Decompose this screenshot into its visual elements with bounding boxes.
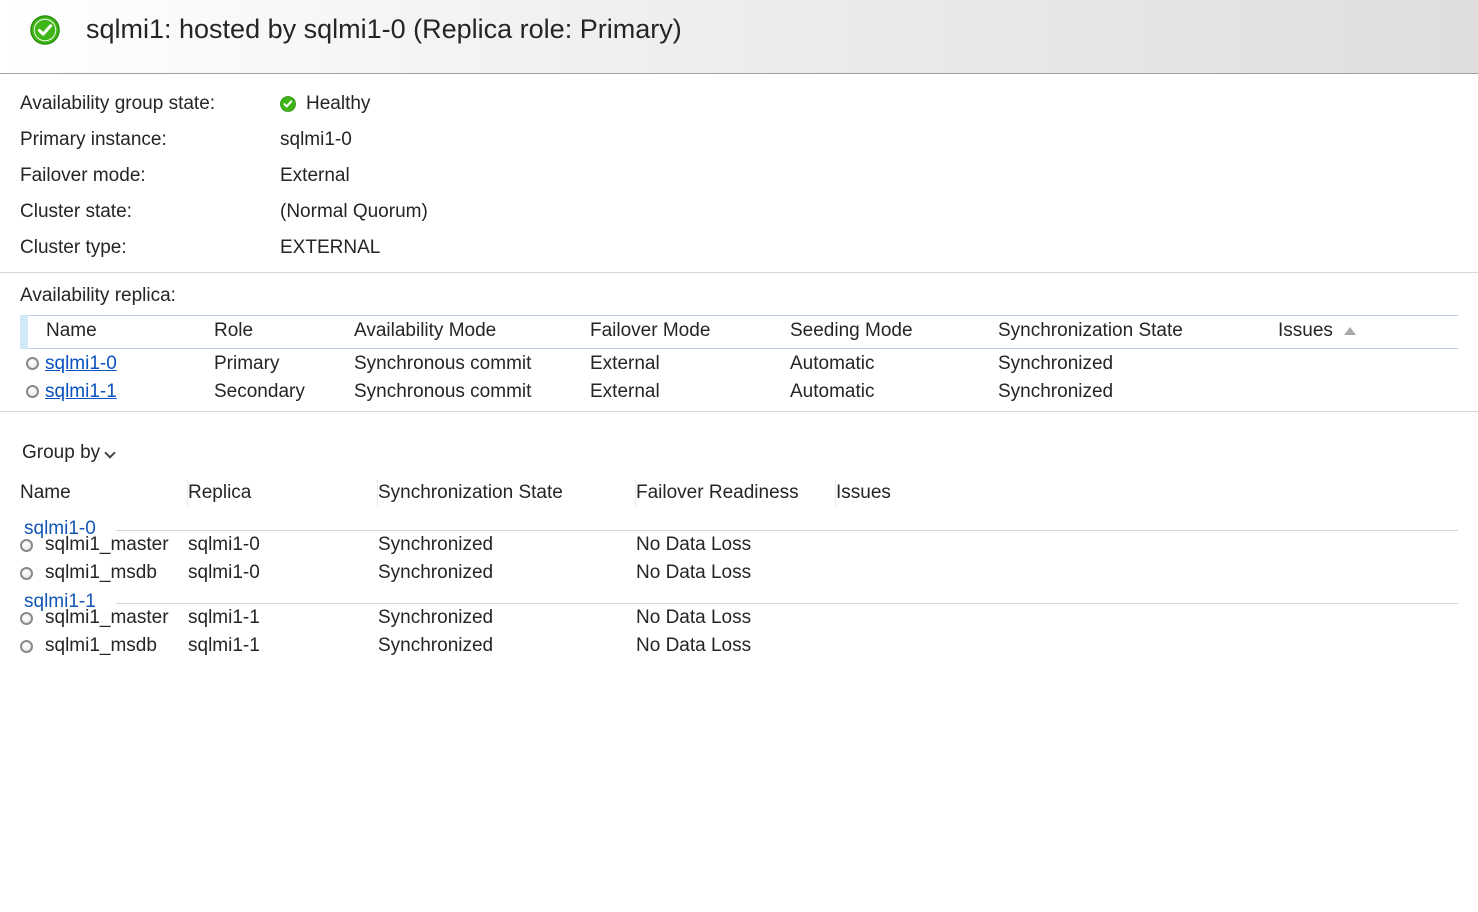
detail-col-failover-readiness[interactable]: Failover Readiness (636, 480, 836, 506)
page-title: sqlmi1: hosted by sqlmi1-0 (Replica role… (86, 14, 682, 45)
replica-failover-mode: External (580, 349, 780, 378)
table-row[interactable]: sqlmi1-0 PrimarySynchronous commitExterna… (24, 349, 1458, 378)
kv-label: Failover mode: (20, 165, 280, 187)
kv-value: sqlmi1-0 (280, 129, 352, 151)
detail-col-name[interactable]: Name (20, 480, 188, 506)
db-replica: sqlmi1-1 (188, 635, 378, 657)
db-sync-state: Synchronized (378, 635, 636, 657)
sort-asc-icon (1344, 327, 1356, 335)
replica-seeding-mode: Automatic (780, 349, 988, 378)
replica-col-failover-mode[interactable]: Failover Mode (580, 316, 780, 349)
summary-section: Availability group state: Healthy Primar… (0, 74, 1478, 273)
replica-sync-state: Synchronized (988, 377, 1268, 405)
detail-col-issues[interactable]: Issues (836, 480, 1036, 506)
kv-value: External (280, 165, 350, 187)
kv-value: (Normal Quorum) (280, 201, 428, 223)
kv-label: Primary instance: (20, 129, 280, 151)
kv-label: Cluster type: (20, 237, 280, 259)
list-item[interactable]: sqlmi1_msdb sqlmi1-1SynchronizedNo Data L… (20, 632, 1458, 660)
replica-link[interactable]: sqlmi1-0 (45, 353, 117, 374)
replica-sync-state: Synchronized (988, 349, 1268, 378)
db-failover-readiness: No Data Loss (636, 562, 836, 584)
kv-row-failover-mode: Failover mode: External (20, 158, 1458, 194)
detail-headers: Name Replica Synchronization State Failo… (20, 478, 1458, 514)
replica-col-seeding-mode[interactable]: Seeding Mode (780, 316, 988, 349)
detail-section: Group by Name Replica Synchronization St… (0, 412, 1478, 666)
replica-failover-mode: External (580, 377, 780, 405)
kv-row-primary-instance: Primary instance: sqlmi1-0 (20, 122, 1458, 158)
header-bar: sqlmi1: hosted by sqlmi1-0 (Replica role… (0, 0, 1478, 74)
group-by-label: Group by (22, 442, 100, 464)
group-label[interactable]: sqlmi1-0 (20, 514, 1458, 542)
detail-col-sync-state[interactable]: Synchronization State (378, 480, 636, 506)
replica-table: Name Role Availability Mode Failover Mod… (20, 315, 1458, 405)
db-name: sqlmi1_msdb (45, 635, 157, 657)
db-replica: sqlmi1-0 (188, 562, 378, 584)
kv-value: Healthy (306, 93, 370, 115)
chevron-down-icon (104, 447, 115, 458)
replica-col-avail-mode[interactable]: Availability Mode (344, 316, 580, 349)
replica-col-name[interactable]: Name (24, 316, 204, 349)
status-dot-icon (20, 567, 33, 580)
kv-row-cluster-state: Cluster state: (Normal Quorum) (20, 194, 1458, 230)
replica-issues (1268, 349, 1458, 378)
kv-row-cluster-type: Cluster type: EXTERNAL (20, 230, 1458, 266)
status-dot-icon (20, 640, 33, 653)
replica-avail-mode: Synchronous commit (344, 349, 580, 378)
status-ok-icon (280, 96, 296, 112)
replica-col-sync-state[interactable]: Synchronization State (988, 316, 1268, 349)
db-sync-state: Synchronized (378, 562, 636, 584)
replica-seeding-mode: Automatic (780, 377, 988, 405)
kv-value: EXTERNAL (280, 237, 380, 259)
group-label[interactable]: sqlmi1-1 (20, 587, 1458, 615)
kv-row-ag-state: Availability group state: Healthy (20, 86, 1458, 122)
replica-role: Primary (204, 349, 344, 378)
replica-issues (1268, 377, 1458, 405)
replica-col-role[interactable]: Role (204, 316, 344, 349)
kv-label: Cluster state: (20, 201, 280, 223)
replica-col-issues[interactable]: Issues (1268, 316, 1458, 349)
table-row[interactable]: sqlmi1-1 SecondarySynchronous commitExter… (24, 377, 1458, 405)
list-item[interactable]: sqlmi1_msdb sqlmi1-0SynchronizedNo Data L… (20, 559, 1458, 587)
kv-label: Availability group state: (20, 93, 280, 115)
status-dot-icon (26, 385, 39, 398)
db-name: sqlmi1_msdb (45, 562, 157, 584)
detail-col-replica[interactable]: Replica (188, 480, 378, 506)
status-dot-icon (26, 357, 39, 370)
db-failover-readiness: No Data Loss (636, 635, 836, 657)
replica-section: Availability replica: Name Role Availabi… (0, 273, 1478, 412)
replica-avail-mode: Synchronous commit (344, 377, 580, 405)
group-by-dropdown[interactable]: Group by (20, 424, 114, 478)
replica-role: Secondary (204, 377, 344, 405)
replica-link[interactable]: sqlmi1-1 (45, 381, 117, 402)
status-ok-icon (30, 15, 60, 45)
replica-section-title: Availability replica: (20, 285, 1458, 307)
